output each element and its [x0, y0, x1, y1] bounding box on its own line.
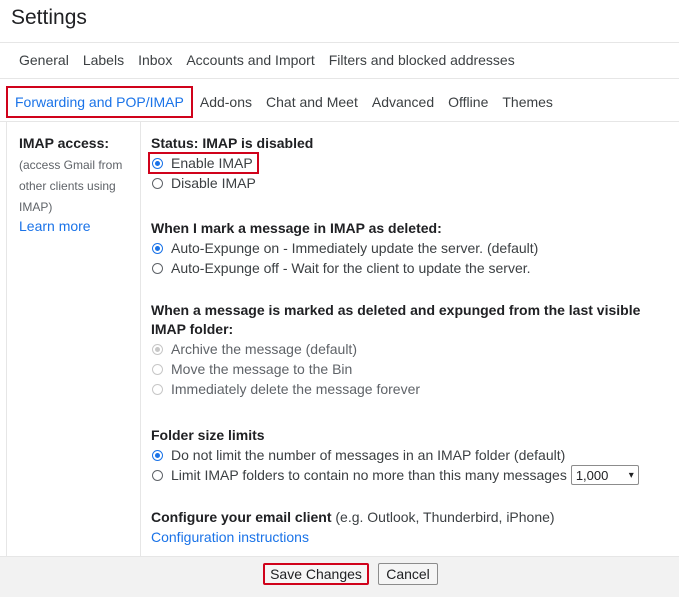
move-to-bin-radio[interactable]	[152, 363, 163, 375]
deleted-section: When I mark a message in IMAP as deleted…	[151, 219, 669, 278]
expunged-heading: When a message is marked as deleted and …	[151, 302, 641, 337]
configure-client-hint: (e.g. Outlook, Thunderbird, iPhone)	[335, 509, 555, 525]
configuration-instructions-link[interactable]: Configuration instructions	[151, 529, 669, 545]
cancel-button[interactable]: Cancel	[378, 563, 438, 585]
delete-forever-option[interactable]: Immediately delete the message forever	[151, 379, 669, 399]
archive-message-radio[interactable]	[152, 343, 163, 355]
tab-themes[interactable]: Themes	[495, 94, 560, 110]
auto-expunge-on-label: Auto-Expunge on - Immediately update the…	[171, 240, 539, 256]
settings-tabs-row-1: General Labels Inbox Accounts and Import…	[19, 52, 679, 68]
deleted-heading: When I mark a message in IMAP as deleted…	[151, 220, 442, 236]
limit-folders-label: Limit IMAP folders to contain no more th…	[171, 467, 567, 483]
tab-chat-and-meet[interactable]: Chat and Meet	[259, 94, 365, 110]
enable-imap-option[interactable]: Enable IMAP	[148, 152, 669, 174]
tab-inbox[interactable]: Inbox	[131, 52, 179, 68]
tab-general[interactable]: General	[19, 52, 76, 68]
page-title: Settings	[11, 6, 87, 29]
imap-status-section: Status: IMAP is disabled Enable IMAP Dis…	[148, 134, 669, 193]
enable-imap-highlight: Enable IMAP	[148, 152, 259, 174]
tab-advanced[interactable]: Advanced	[365, 94, 441, 110]
email-client-section: Configure your email client (e.g. Outloo…	[151, 508, 669, 545]
divider	[0, 78, 679, 79]
delete-forever-radio[interactable]	[152, 383, 163, 395]
divider	[0, 42, 679, 43]
limit-folders-radio[interactable]	[152, 469, 163, 481]
expunged-section: When a message is marked as deleted and …	[151, 301, 669, 399]
move-to-bin-option[interactable]: Move the message to the Bin	[151, 359, 669, 379]
disable-imap-label: Disable IMAP	[171, 175, 256, 191]
auto-expunge-on-radio[interactable]	[152, 242, 163, 254]
archive-message-label: Archive the message (default)	[171, 341, 357, 357]
disable-imap-radio[interactable]	[152, 177, 163, 189]
no-limit-radio[interactable]	[152, 449, 163, 461]
learn-more-link[interactable]: Learn more	[19, 218, 91, 234]
message-limit-select[interactable]: 1,000 ▾	[570, 465, 639, 485]
enable-imap-label: Enable IMAP	[171, 155, 253, 171]
tab-filters[interactable]: Filters and blocked addresses	[322, 52, 522, 68]
auto-expunge-off-radio[interactable]	[152, 262, 163, 274]
tab-labels[interactable]: Labels	[76, 52, 131, 68]
tab-accounts-and-import[interactable]: Accounts and Import	[179, 52, 321, 68]
disable-imap-option[interactable]: Disable IMAP	[151, 173, 669, 193]
enable-imap-radio[interactable]	[152, 157, 163, 169]
move-to-bin-label: Move the message to the Bin	[171, 361, 353, 377]
auto-expunge-on-option[interactable]: Auto-Expunge on - Immediately update the…	[151, 238, 669, 258]
no-limit-option[interactable]: Do not limit the number of messages in a…	[151, 445, 669, 465]
no-limit-label: Do not limit the number of messages in a…	[171, 447, 566, 463]
imap-status-heading: Status: IMAP is disabled	[151, 135, 314, 151]
limit-folders-option[interactable]: Limit IMAP folders to contain no more th…	[151, 465, 669, 485]
tab-add-ons[interactable]: Add-ons	[193, 94, 259, 110]
tab-offline[interactable]: Offline	[441, 94, 495, 110]
auto-expunge-off-label: Auto-Expunge off - Wait for the client t…	[171, 260, 531, 276]
tab-forwarding-pop-imap[interactable]: Forwarding and POP/IMAP	[6, 86, 193, 118]
folder-size-section: Folder size limits Do not limit the numb…	[151, 426, 669, 485]
imap-access-description: (access Gmail from other clients using I…	[19, 158, 123, 214]
auto-expunge-off-option[interactable]: Auto-Expunge off - Wait for the client t…	[151, 258, 669, 278]
settings-tabs-row-2: Forwarding and POP/IMAP Add-ons Chat and…	[0, 84, 679, 120]
folder-size-heading: Folder size limits	[151, 427, 265, 443]
delete-forever-label: Immediately delete the message forever	[171, 381, 421, 397]
configure-client-heading: Configure your email client	[151, 509, 332, 525]
configure-client-line: Configure your email client (e.g. Outloo…	[151, 508, 669, 527]
chevron-down-icon: ▾	[628, 469, 634, 481]
message-limit-value: 1,000	[575, 467, 609, 483]
archive-message-option[interactable]: Archive the message (default)	[151, 339, 669, 359]
imap-access-label: IMAP access:	[19, 135, 110, 151]
save-changes-button[interactable]: Save Changes	[263, 563, 369, 585]
